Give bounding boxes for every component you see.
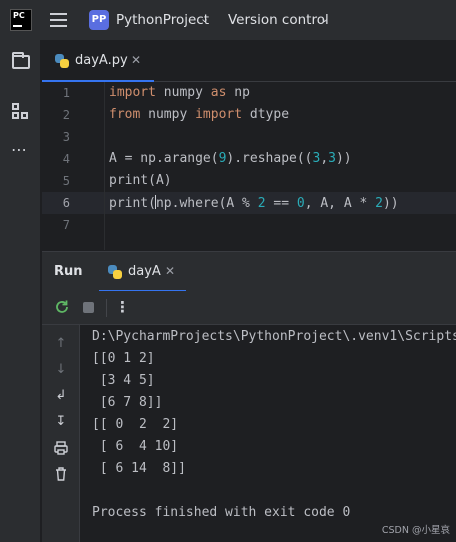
tab-label: dayA.py <box>75 53 128 68</box>
console-line: [[ 0 2 2] <box>92 417 179 432</box>
project-badge[interactable]: PP <box>89 10 109 30</box>
run-tab-label: dayA <box>128 264 161 279</box>
console-line: [[0 1 2] <box>92 351 155 366</box>
arrow-up-icon[interactable]: ↑ <box>53 336 69 352</box>
scroll-to-end-icon[interactable]: ↧ <box>53 414 69 430</box>
console-line: [ 6 4 10] <box>92 439 179 454</box>
code-line-2: from numpy import dtype <box>109 107 290 122</box>
chevron-down-icon[interactable]: ⌄ <box>200 12 209 25</box>
python-file-icon <box>55 54 69 68</box>
text-caret <box>154 195 156 209</box>
line-number: 4 <box>62 152 70 166</box>
run-panel-title: Run <box>54 264 83 279</box>
run-side-toolbar: ↑ ↓ ↲ ↧ <box>42 325 80 542</box>
python-file-icon <box>108 265 122 279</box>
line-number: 7 <box>62 218 70 232</box>
watermark: CSDN @小星哀 <box>381 525 450 536</box>
print-icon[interactable] <box>53 440 69 456</box>
line-number: 3 <box>62 130 70 144</box>
line-number: 5 <box>62 174 70 188</box>
console-line: D:\PycharmProjects\PythonProject\.venv1\… <box>92 329 456 344</box>
line-number: 2 <box>62 108 70 122</box>
run-toolbar: ⋮ <box>42 291 456 325</box>
gutter-divider <box>104 82 105 250</box>
pycharm-logo-icon[interactable]: PC <box>10 9 32 31</box>
code-line-5: print(A) <box>109 173 172 188</box>
run-panel-header: Run dayA ✕ <box>42 251 456 292</box>
version-control-menu[interactable]: Version control <box>228 12 329 28</box>
title-bar: PC PP PythonProject ⌄ Version control ⌄ <box>0 0 456 40</box>
code-editor[interactable]: 1 2 3 4 5 6 7 import numpy as np from nu… <box>42 82 456 250</box>
toolbar-divider <box>106 299 107 317</box>
main-menu-icon[interactable] <box>50 13 67 27</box>
run-tab-daya[interactable]: dayA ✕ <box>99 252 186 292</box>
editor-tab-bar: dayA.py ✕ <box>42 40 456 82</box>
rerun-icon[interactable] <box>54 299 70 315</box>
console-line: [6 7 8]] <box>92 395 163 410</box>
line-number: 6 <box>62 196 70 210</box>
code-line-6: print(np.where(A % 2 == 0, A, A * 2)) <box>109 195 399 211</box>
soft-wrap-icon[interactable]: ↲ <box>53 388 69 404</box>
logo-text: PC <box>13 11 25 20</box>
console-line: [3 4 5] <box>92 373 155 388</box>
project-selector[interactable]: PythonProject <box>116 12 209 28</box>
trash-icon[interactable] <box>53 466 69 482</box>
more-options-icon[interactable]: ⋮ <box>115 298 130 316</box>
console-line: [ 6 14 8]] <box>92 461 186 476</box>
stop-icon[interactable] <box>83 302 94 313</box>
more-icon[interactable]: ⋯ <box>11 140 28 159</box>
chevron-down-icon[interactable]: ⌄ <box>320 12 329 25</box>
close-icon[interactable]: ✕ <box>165 264 175 278</box>
tab-daya-py[interactable]: dayA.py ✕ <box>42 40 154 82</box>
structure-icon[interactable] <box>12 103 30 121</box>
close-icon[interactable]: ✕ <box>131 53 141 67</box>
folder-icon[interactable] <box>12 52 30 69</box>
tool-window-strip: ⋯ <box>0 40 41 542</box>
line-number: 1 <box>62 86 70 100</box>
process-exit-message: Process finished with exit code 0 <box>92 505 351 520</box>
code-line-1: import numpy as np <box>109 85 250 100</box>
code-line-4: A = np.arange(9).reshape((3,3)) <box>109 151 352 166</box>
console-output[interactable]: D:\PycharmProjects\PythonProject\.venv1\… <box>80 325 456 542</box>
arrow-down-icon[interactable]: ↓ <box>53 362 69 378</box>
